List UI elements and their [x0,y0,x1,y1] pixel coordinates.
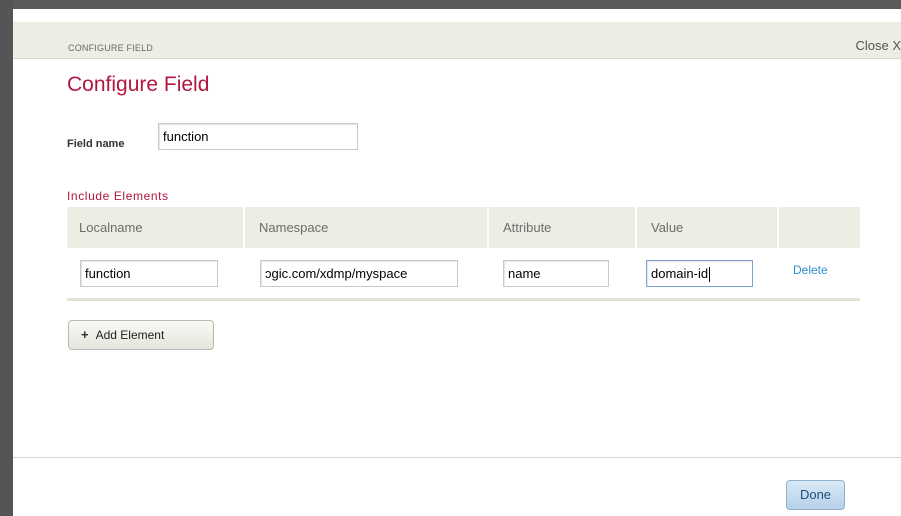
configure-field-dialog: CONFIGURE FIELD Close X Configure Field … [13,9,901,516]
column-header-actions [781,207,860,248]
done-button[interactable]: Done [786,480,845,510]
add-element-button[interactable]: + Add Element [68,320,214,350]
page-title: Configure Field [67,73,210,96]
window-frame-top [0,0,901,9]
column-header-value: Value [639,207,779,248]
value-input-text: domain-id [651,266,709,281]
namespace-input[interactable]: ɔgic.com/xdmp/myspace [260,260,458,287]
table-row-divider [67,298,860,301]
footer-divider [13,457,901,458]
close-button[interactable]: Close X [855,38,901,54]
field-name-input[interactable]: function [158,123,358,150]
column-header-localname: Localname [67,207,245,248]
text-caret [709,267,711,283]
localname-input[interactable]: function [80,260,218,287]
delete-element-link[interactable]: Delete [793,263,828,277]
column-header-attribute: Attribute [491,207,637,248]
add-element-label: Add Element [95,328,165,342]
dialog-titlebar: CONFIGURE FIELD Close X [13,22,901,59]
dialog-titlebar-label: CONFIGURE FIELD [68,43,154,53]
plus-icon: + [81,327,89,342]
column-header-namespace: Namespace [247,207,489,248]
window-frame-left [0,0,13,516]
value-input[interactable]: domain-id [646,260,753,287]
include-elements-title: Include Elements [67,189,169,203]
field-name-label: Field name [67,138,125,150]
include-elements-table-header: Localname Namespace Attribute Value [67,207,860,248]
attribute-input[interactable]: name [503,260,609,287]
